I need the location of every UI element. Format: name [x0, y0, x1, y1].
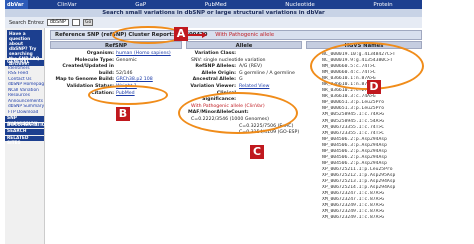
search-input[interactable] [71, 19, 80, 26]
annotation-arrow-a [188, 32, 207, 38]
nav-item-pubmed[interactable]: PubMed [205, 2, 227, 8]
allele-panel-title: Allele [186, 41, 302, 49]
annotation-label-b: B [116, 107, 130, 121]
allele-value: A/G (REV) [239, 64, 262, 70]
annotation-label-a: A [174, 27, 188, 41]
nav-item-clinvar[interactable]: ClinVar [57, 2, 76, 8]
search-entrez-label: Search Entrez [9, 19, 44, 26]
annotation-label-d: D [367, 80, 381, 94]
go-button[interactable]: Go [82, 19, 94, 26]
sidebar-link[interactable]: dbSNP Homepage [5, 82, 44, 88]
refsnp-key: Map to Genome Build: [55, 77, 114, 83]
refsnp-report-header: Reference SNP (refSNP) Cluster Report: r… [50, 30, 422, 40]
allele-value: G [239, 77, 243, 83]
search-row: Search Entrez dbSNP Go [5, 17, 422, 28]
refsnp-key: Created/Updated in build: [62, 64, 114, 76]
nav-item-nucleotide[interactable]: Nucleotide [285, 2, 314, 8]
refsnp-row: Organism: human (Homo sapiens) [52, 51, 182, 58]
top-nav-bar: dbVar ClinVar GaP PubMed Nucleotide Protein [5, 0, 422, 9]
sidebar-sections: GENERAL Identifiers RSS Feed Contact Us dbSN… [5, 60, 49, 146]
refsnp-row: Map to Genome Build: GRCh38.p2 108 [52, 77, 182, 84]
annotation-label-c: C [250, 145, 264, 159]
sidebar-link[interactable]: dbSNP Summary [5, 104, 44, 110]
allele-row: Variation Viewer: Related View [188, 84, 304, 91]
sidebar-section-title[interactable]: DOCUMENTATION [5, 122, 49, 128]
refsnp-value[interactable]: GRCh38.p2 108 [114, 77, 153, 84]
sidebar-section-title[interactable]: SNP SUBMISSION [5, 116, 44, 127]
allele-value: G germline / A germline [239, 70, 295, 76]
nav-items: ClinVar GaP PubMed Nucleotide Protein [28, 2, 422, 8]
allele-row: RefSNP Alleles: A/G (REV) [188, 64, 304, 71]
pathogenic-allele-note[interactable]: With Pathogenic allele [215, 32, 274, 38]
search-title: Search small variations in dbSNP or larg… [5, 9, 422, 17]
allele-key: Variation Class: [194, 51, 236, 56]
annotation-ellipse-c [178, 92, 298, 134]
database-select[interactable]: dbSNP [46, 19, 69, 26]
annotation-ellipse-b [88, 85, 168, 105]
dbvar-logo[interactable]: dbVar [5, 0, 28, 9]
allele-row: Variation Class:SNV: single nucleotide v… [188, 51, 304, 64]
allele-value[interactable]: Related View [236, 84, 269, 91]
sidebar-section-title[interactable]: SEARCH [5, 129, 44, 135]
refsnp-value: Genomic [116, 57, 137, 63]
sidebar-section-title[interactable]: RELATED SITES [5, 135, 44, 146]
faq-promo[interactable]: Have a question about dbSNP? Try searchi… [7, 30, 42, 67]
refsnp-row: Created/Updated in build: 52/146 [52, 64, 182, 77]
allele-key: RefSNP Alleles: [195, 64, 236, 70]
hgvs-name-item: XM_006723249.1:c.87A>G [322, 215, 385, 221]
nav-item-protein[interactable]: Protein [373, 2, 392, 8]
refsnp-key: Organism: [86, 51, 114, 56]
sidebar-link[interactable]: FTP Download [5, 110, 44, 116]
allele-row: Ancestral Allele: G [188, 77, 304, 84]
sidebar: Have a question about dbSNP? Try searchi… [5, 28, 49, 244]
nav-item-gap[interactable]: GaP [135, 2, 146, 8]
refsnp-value[interactable]: human (Homo sapiens) [114, 51, 171, 58]
allele-key: Variation Viewer: [190, 83, 236, 89]
allele-key: Ancestral Allele: [192, 77, 236, 83]
